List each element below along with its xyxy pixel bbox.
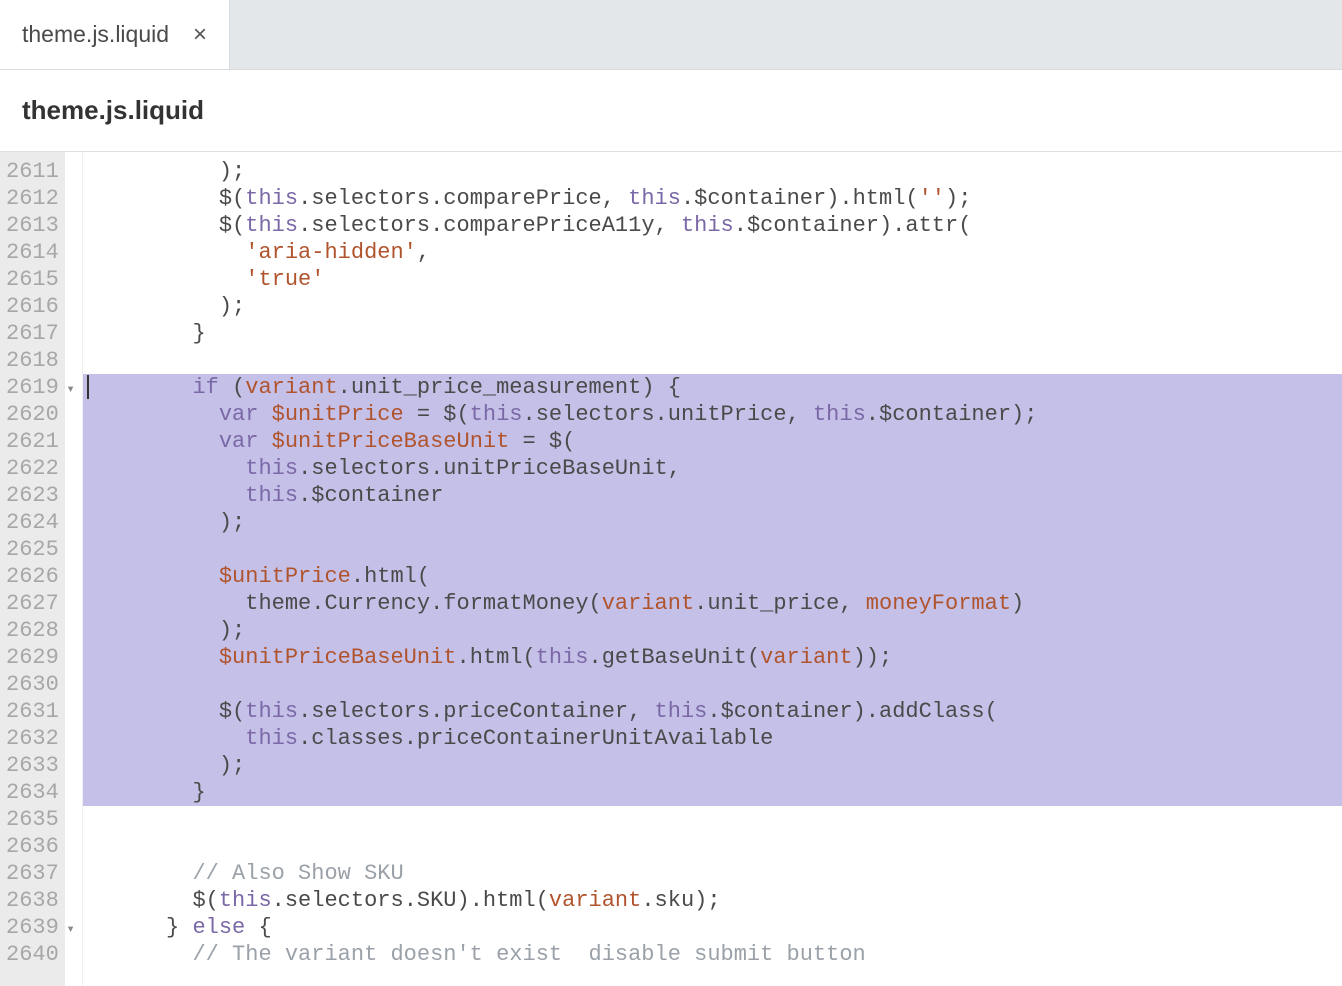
code-line[interactable]: 'true' [83,266,1342,293]
code-line[interactable] [83,833,1342,860]
code-line[interactable]: this.$container [83,482,1342,509]
line-number: 2631 [6,698,61,725]
code-line[interactable]: $(this.selectors.comparePrice, this.$con… [83,185,1342,212]
line-number: 2611 [6,158,61,185]
line-number: 2618 [6,347,61,374]
code-line[interactable] [83,536,1342,563]
line-number: 2622 [6,455,61,482]
code-line[interactable]: if (variant.unit_price_measurement) { [83,374,1342,401]
code-line[interactable]: ); [83,158,1342,185]
tab-active[interactable]: theme.js.liquid × [0,0,230,69]
line-number: 2636 [6,833,61,860]
close-icon[interactable]: × [193,23,207,47]
line-number: 2639▾ [6,914,61,941]
file-title: theme.js.liquid [22,95,204,126]
code-line[interactable]: ); [83,752,1342,779]
file-header: theme.js.liquid [0,70,1342,152]
code-line[interactable]: $unitPrice.html( [83,563,1342,590]
line-number: 2614 [6,239,61,266]
code-editor[interactable]: 261126122613261426152616261726182619▾262… [0,152,1342,986]
line-number: 2638 [6,887,61,914]
line-number: 2615 [6,266,61,293]
line-number: 2630 [6,671,61,698]
text-cursor [87,375,89,399]
tab-bar: theme.js.liquid × [0,0,1342,70]
line-number: 2624 [6,509,61,536]
code-line[interactable]: var $unitPriceBaseUnit = $( [83,428,1342,455]
line-number: 2620 [6,401,61,428]
code-line[interactable] [83,671,1342,698]
code-line[interactable]: // Also Show SKU [83,860,1342,887]
code-line[interactable] [83,347,1342,374]
line-number: 2613 [6,212,61,239]
code-line[interactable]: ); [83,617,1342,644]
code-area[interactable]: ); $(this.selectors.comparePrice, this.$… [83,152,1342,986]
line-number: 2633 [6,752,61,779]
code-line[interactable] [83,806,1342,833]
line-number: 2612 [6,185,61,212]
line-number: 2637 [6,860,61,887]
fold-toggle-icon[interactable]: ▾ [66,917,74,944]
line-number: 2616 [6,293,61,320]
code-line[interactable]: $unitPriceBaseUnit.html(this.getBaseUnit… [83,644,1342,671]
line-number: 2640 [6,941,61,968]
fold-column [65,152,83,986]
code-line[interactable]: this.classes.priceContainerUnitAvailable [83,725,1342,752]
code-line[interactable]: } [83,779,1342,806]
line-number: 2632 [6,725,61,752]
line-number: 2625 [6,536,61,563]
line-number: 2634 [6,779,61,806]
line-number: 2629 [6,644,61,671]
fold-toggle-icon[interactable]: ▾ [66,377,74,404]
line-number: 2621 [6,428,61,455]
code-line[interactable]: 'aria-hidden', [83,239,1342,266]
code-line[interactable]: ); [83,509,1342,536]
line-number: 2623 [6,482,61,509]
code-line[interactable]: } else { [83,914,1342,941]
line-number: 2617 [6,320,61,347]
line-number: 2626 [6,563,61,590]
code-line[interactable]: } [83,320,1342,347]
tab-label: theme.js.liquid [22,21,169,48]
line-number-gutter: 261126122613261426152616261726182619▾262… [0,152,65,986]
line-number: 2635 [6,806,61,833]
code-line[interactable]: $(this.selectors.comparePriceA11y, this.… [83,212,1342,239]
code-line[interactable]: // The variant doesn't exist disable sub… [83,941,1342,968]
code-line[interactable]: $(this.selectors.priceContainer, this.$c… [83,698,1342,725]
line-number: 2628 [6,617,61,644]
code-line[interactable]: var $unitPrice = $(this.selectors.unitPr… [83,401,1342,428]
code-line[interactable]: ); [83,293,1342,320]
code-line[interactable]: $(this.selectors.SKU).html(variant.sku); [83,887,1342,914]
line-number: 2619▾ [6,374,61,401]
line-number: 2627 [6,590,61,617]
code-line[interactable]: theme.Currency.formatMoney(variant.unit_… [83,590,1342,617]
code-line[interactable]: this.selectors.unitPriceBaseUnit, [83,455,1342,482]
